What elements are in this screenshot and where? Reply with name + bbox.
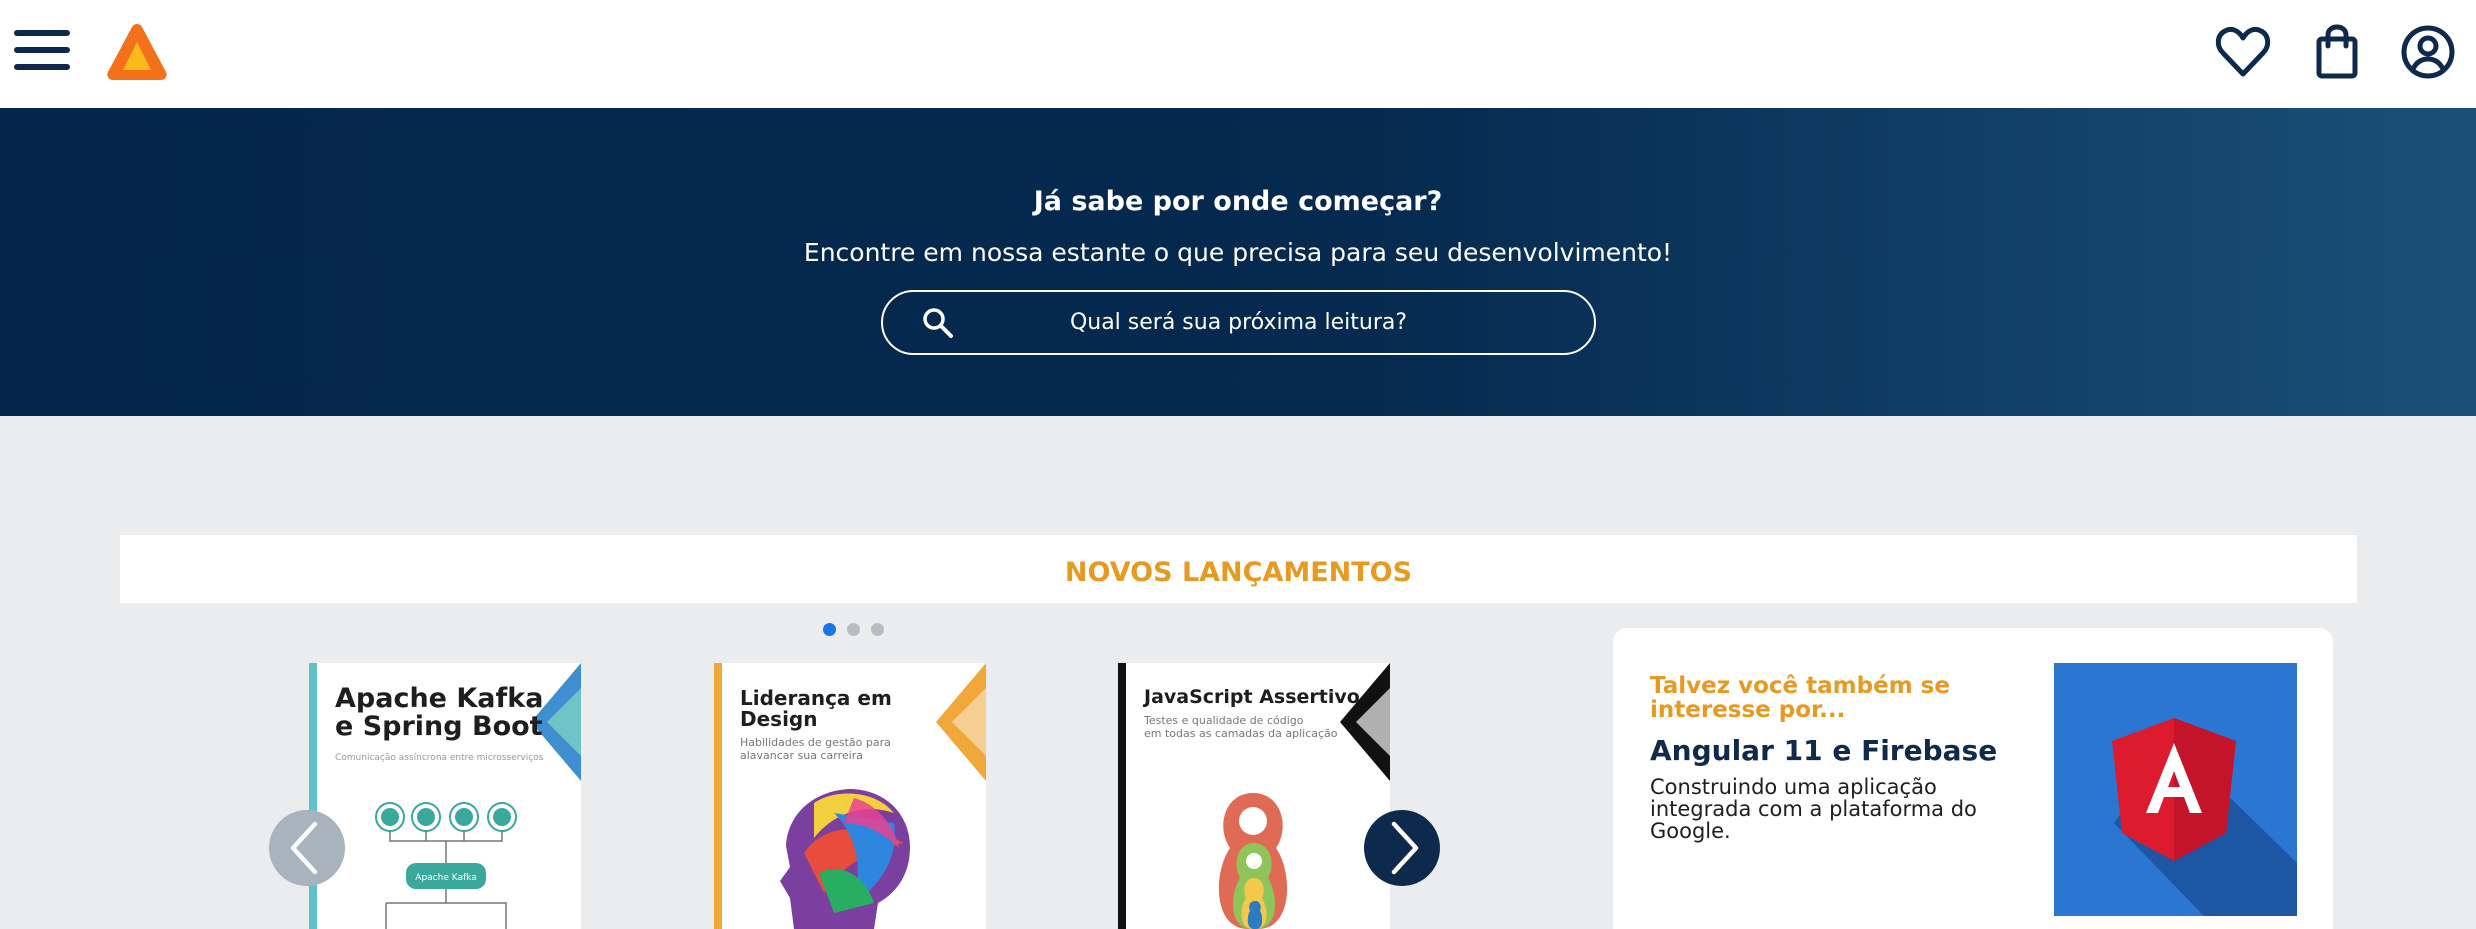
carousel-dot-1[interactable] bbox=[823, 623, 836, 636]
book-cover-diagram: Apache Kafka bbox=[375, 802, 517, 929]
book-card-apache-kafka[interactable]: Apache Kafka e Spring Boot Comunicação a… bbox=[309, 663, 581, 929]
suggestion-kicker: Talvez você também se interesse por... bbox=[1650, 673, 1950, 724]
new-releases-header: NOVOS LANÇAMENTOS bbox=[120, 535, 2357, 603]
chevron-left-icon bbox=[269, 810, 345, 886]
carousel-dot-2[interactable] bbox=[847, 623, 860, 636]
carousel-dot-3[interactable] bbox=[871, 623, 884, 636]
hero-title: Já sabe por onde começar? bbox=[1033, 186, 1443, 217]
book-cover-nesting-dolls bbox=[1218, 793, 1288, 929]
hamburger-menu-icon[interactable] bbox=[14, 28, 70, 72]
carousel-next-button[interactable] bbox=[1364, 810, 1440, 886]
carousel-prev-button[interactable] bbox=[269, 810, 345, 886]
carousel-pagination bbox=[823, 621, 895, 637]
book-card-lideranca-design[interactable]: Liderança em Design Habilidades de gestã… bbox=[714, 663, 986, 929]
angular-logo-icon bbox=[2112, 718, 2297, 916]
section-title: NOVOS LANÇAMENTOS bbox=[1064, 557, 1413, 588]
book-diagram-label: Apache Kafka bbox=[415, 873, 476, 883]
suggestion-card[interactable]: Talvez você também se interesse por... A… bbox=[1613, 628, 2333, 929]
book-cover-colorful-head bbox=[780, 789, 910, 929]
hero-banner: Já sabe por onde começar? Encontre em no… bbox=[0, 108, 2476, 416]
suggestion-description: Construindo uma aplicação integrada com … bbox=[1650, 775, 1977, 844]
suggestion-title: Angular 11 e Firebase bbox=[1650, 734, 1998, 767]
suggestion-book-cover bbox=[2054, 663, 2297, 916]
hero-subtitle: Encontre em nossa estante o que precisa … bbox=[803, 238, 1673, 267]
chevron-right-icon bbox=[1364, 810, 1440, 886]
heart-icon[interactable] bbox=[2213, 22, 2273, 82]
top-navigation-bar bbox=[0, 0, 2476, 108]
brand-logo[interactable] bbox=[104, 20, 170, 86]
book-card-javascript-assertivo[interactable]: JavaScript Assertivo Testes e qualidade … bbox=[1118, 663, 1390, 929]
search-placeholder: Qual será sua próxima leitura? bbox=[1069, 310, 1408, 335]
user-circle-icon[interactable] bbox=[2398, 22, 2458, 82]
search-input[interactable]: Qual será sua próxima leitura? bbox=[881, 290, 1596, 355]
shopping-bag-icon[interactable] bbox=[2307, 22, 2367, 82]
